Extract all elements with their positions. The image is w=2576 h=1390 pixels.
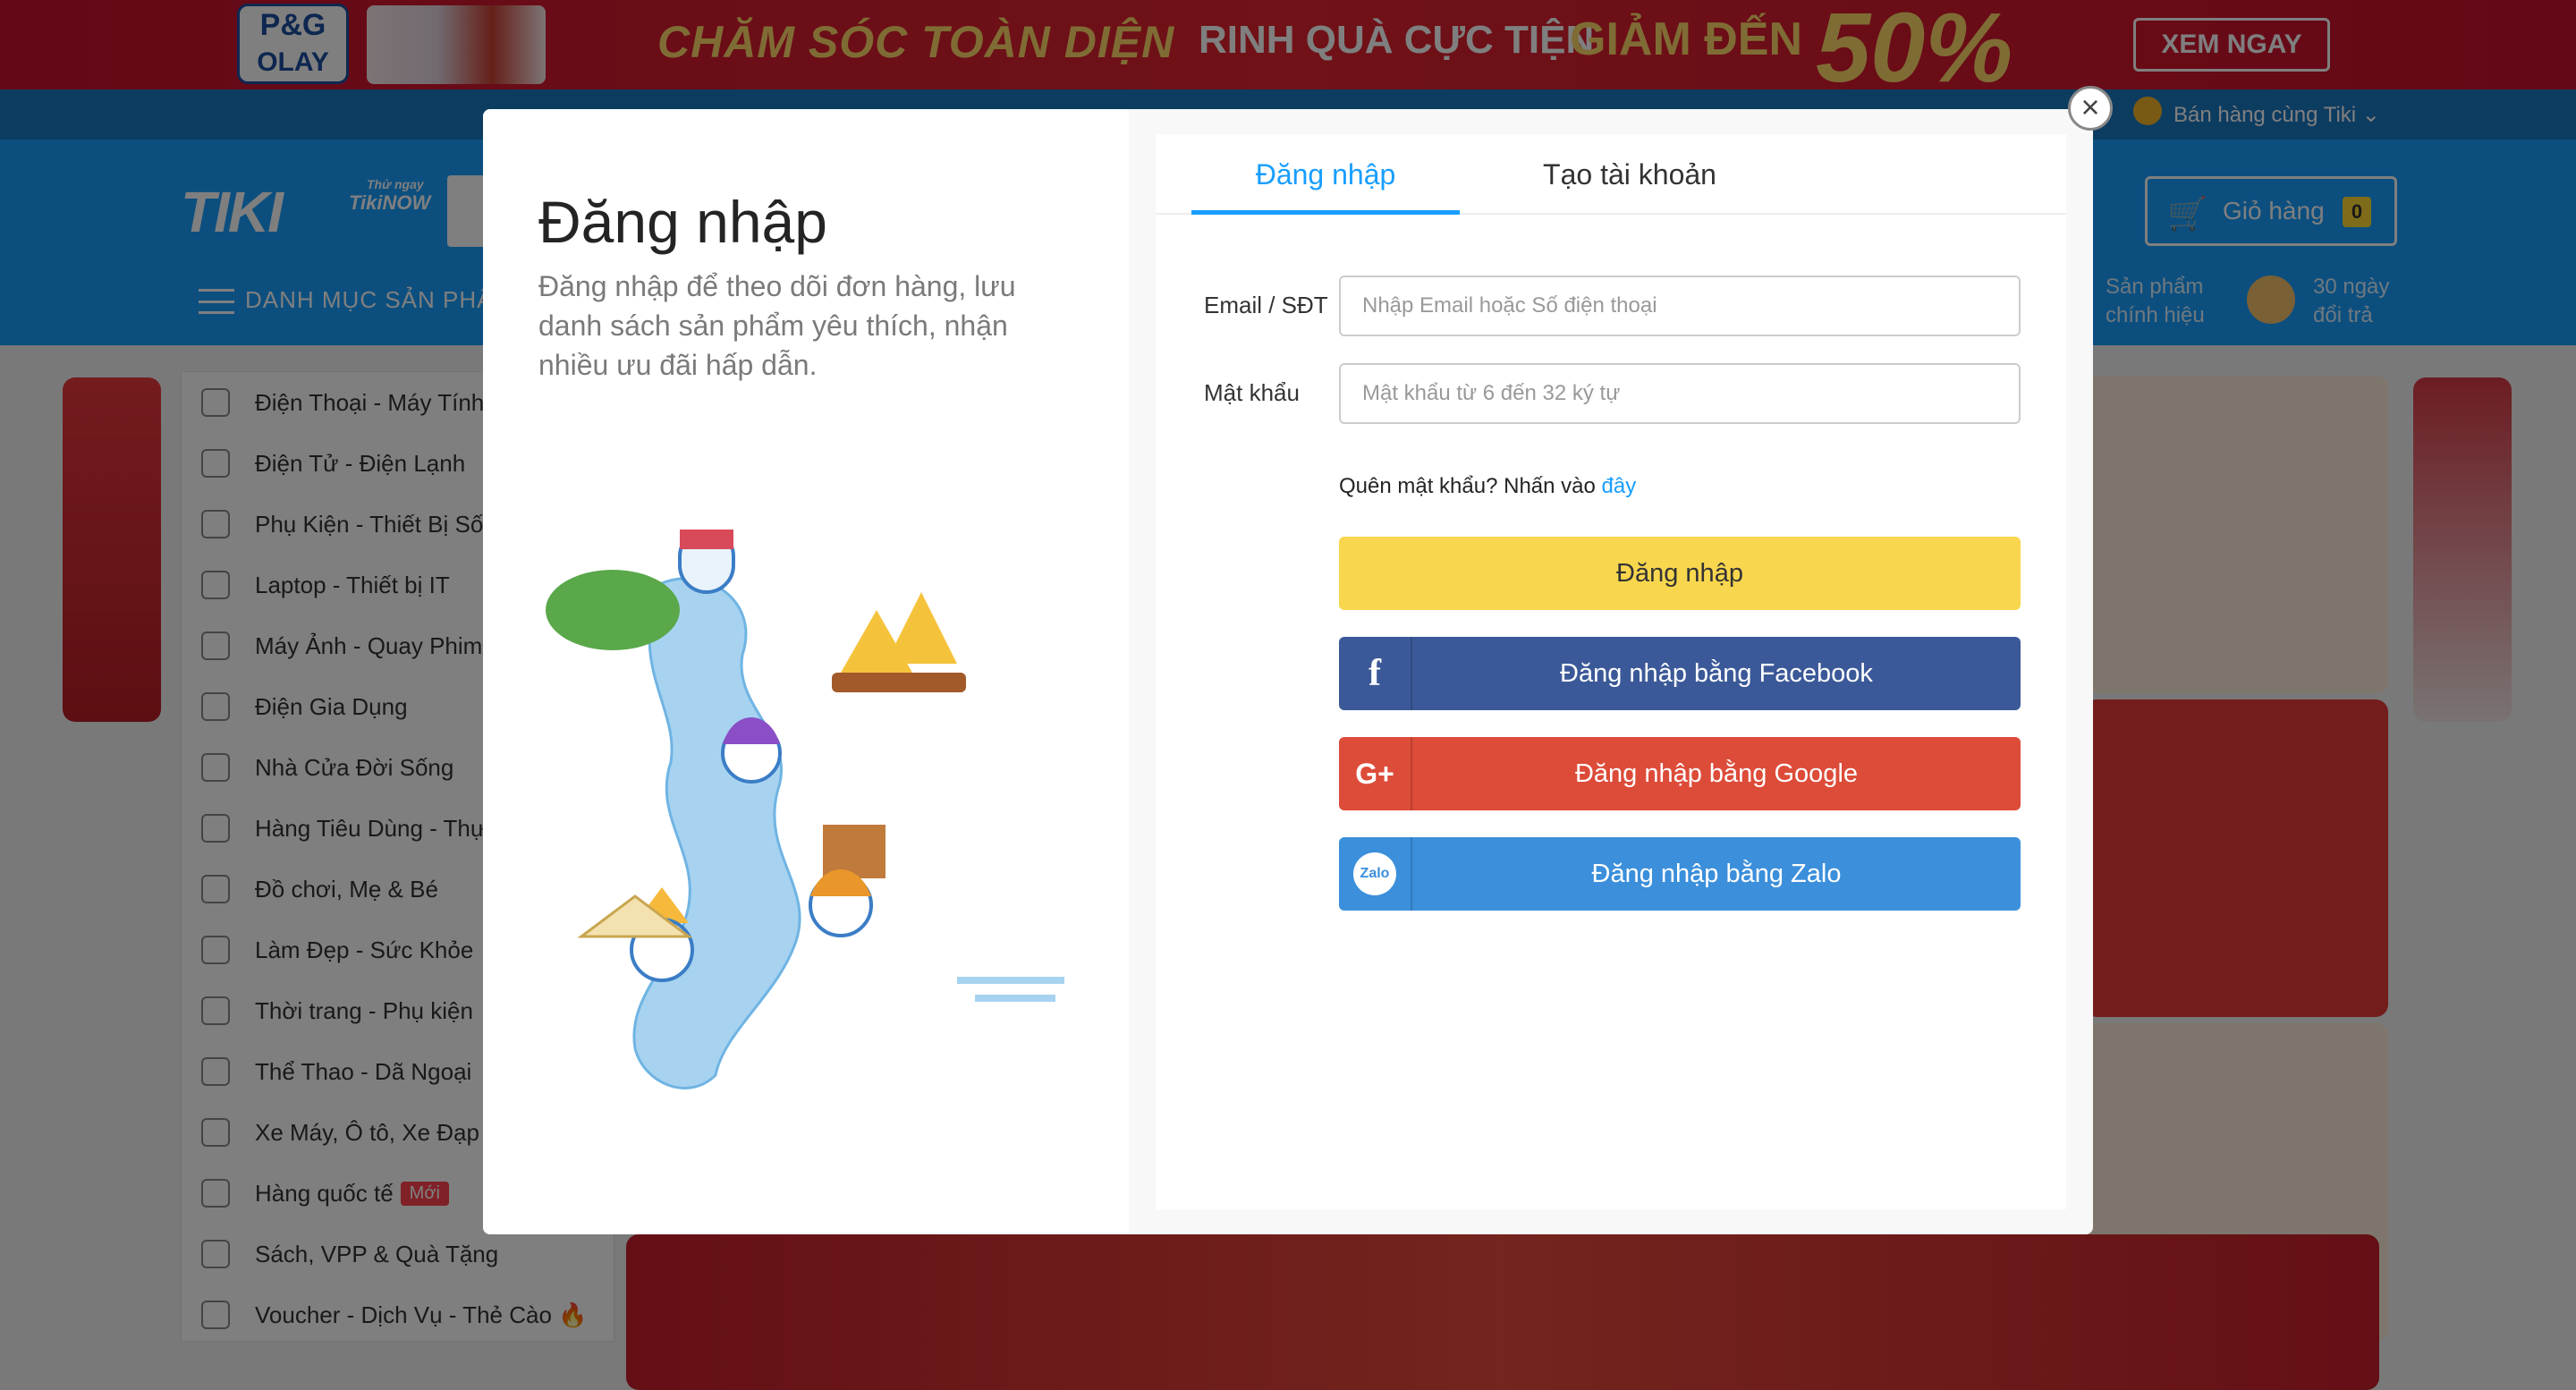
tab-register[interactable]: Tạo tài khoản [1496, 134, 1764, 215]
modal-title: Đăng nhập [538, 189, 827, 255]
google-login-label: Đăng nhập bằng Google [1574, 759, 1859, 788]
google-plus-icon: G+ [1339, 737, 1412, 810]
zalo-login-label: Đăng nhập bằng Zalo [1591, 860, 1842, 888]
login-modal: Đăng nhập Đăng nhập để theo dõi đơn hàng… [483, 109, 2093, 1234]
forgot-password-link[interactable]: đây [1602, 474, 1637, 498]
close-modal-button[interactable]: × [2068, 86, 2113, 131]
modal-description: Đăng nhập để theo dõi đơn hàng, lưu danh… [538, 270, 1016, 381]
vietnam-map-illustration [546, 530, 1064, 1089]
facebook-icon: f [1339, 637, 1412, 710]
forgot-password: Quên mật khẩu? Nhấn vào đây [1339, 474, 1636, 499]
email-field[interactable] [1339, 275, 2021, 336]
close-icon: × [2080, 89, 2100, 125]
password-field[interactable] [1339, 363, 2021, 424]
zalo-login-button[interactable]: Zalo Đăng nhập bằng Zalo [1339, 837, 2021, 911]
google-login-button[interactable]: G+ Đăng nhập bằng Google [1339, 737, 2021, 810]
auth-tabs: Đăng nhập Tạo tài khoản [1156, 134, 2066, 215]
password-label: Mật khẩu [1204, 379, 1300, 406]
facebook-login-button[interactable]: f Đăng nhập bằng Facebook [1339, 637, 2021, 710]
zalo-icon: Zalo [1339, 837, 1412, 911]
forgot-password-text: Quên mật khẩu? Nhấn vào [1339, 474, 1602, 498]
login-submit-label: Đăng nhập [1616, 559, 1743, 588]
email-label: Email / SĐT [1204, 292, 1328, 318]
login-form-panel: Đăng nhập Tạo tài khoản Email / SĐT Mật … [1156, 134, 2066, 1209]
facebook-login-label: Đăng nhập bằng Facebook [1560, 659, 1873, 688]
modal-intro-panel: Đăng nhập Đăng nhập để theo dõi đơn hàng… [483, 109, 1129, 1234]
tab-login[interactable]: Đăng nhập [1191, 134, 1460, 215]
login-submit-button[interactable]: Đăng nhập [1339, 537, 2021, 610]
